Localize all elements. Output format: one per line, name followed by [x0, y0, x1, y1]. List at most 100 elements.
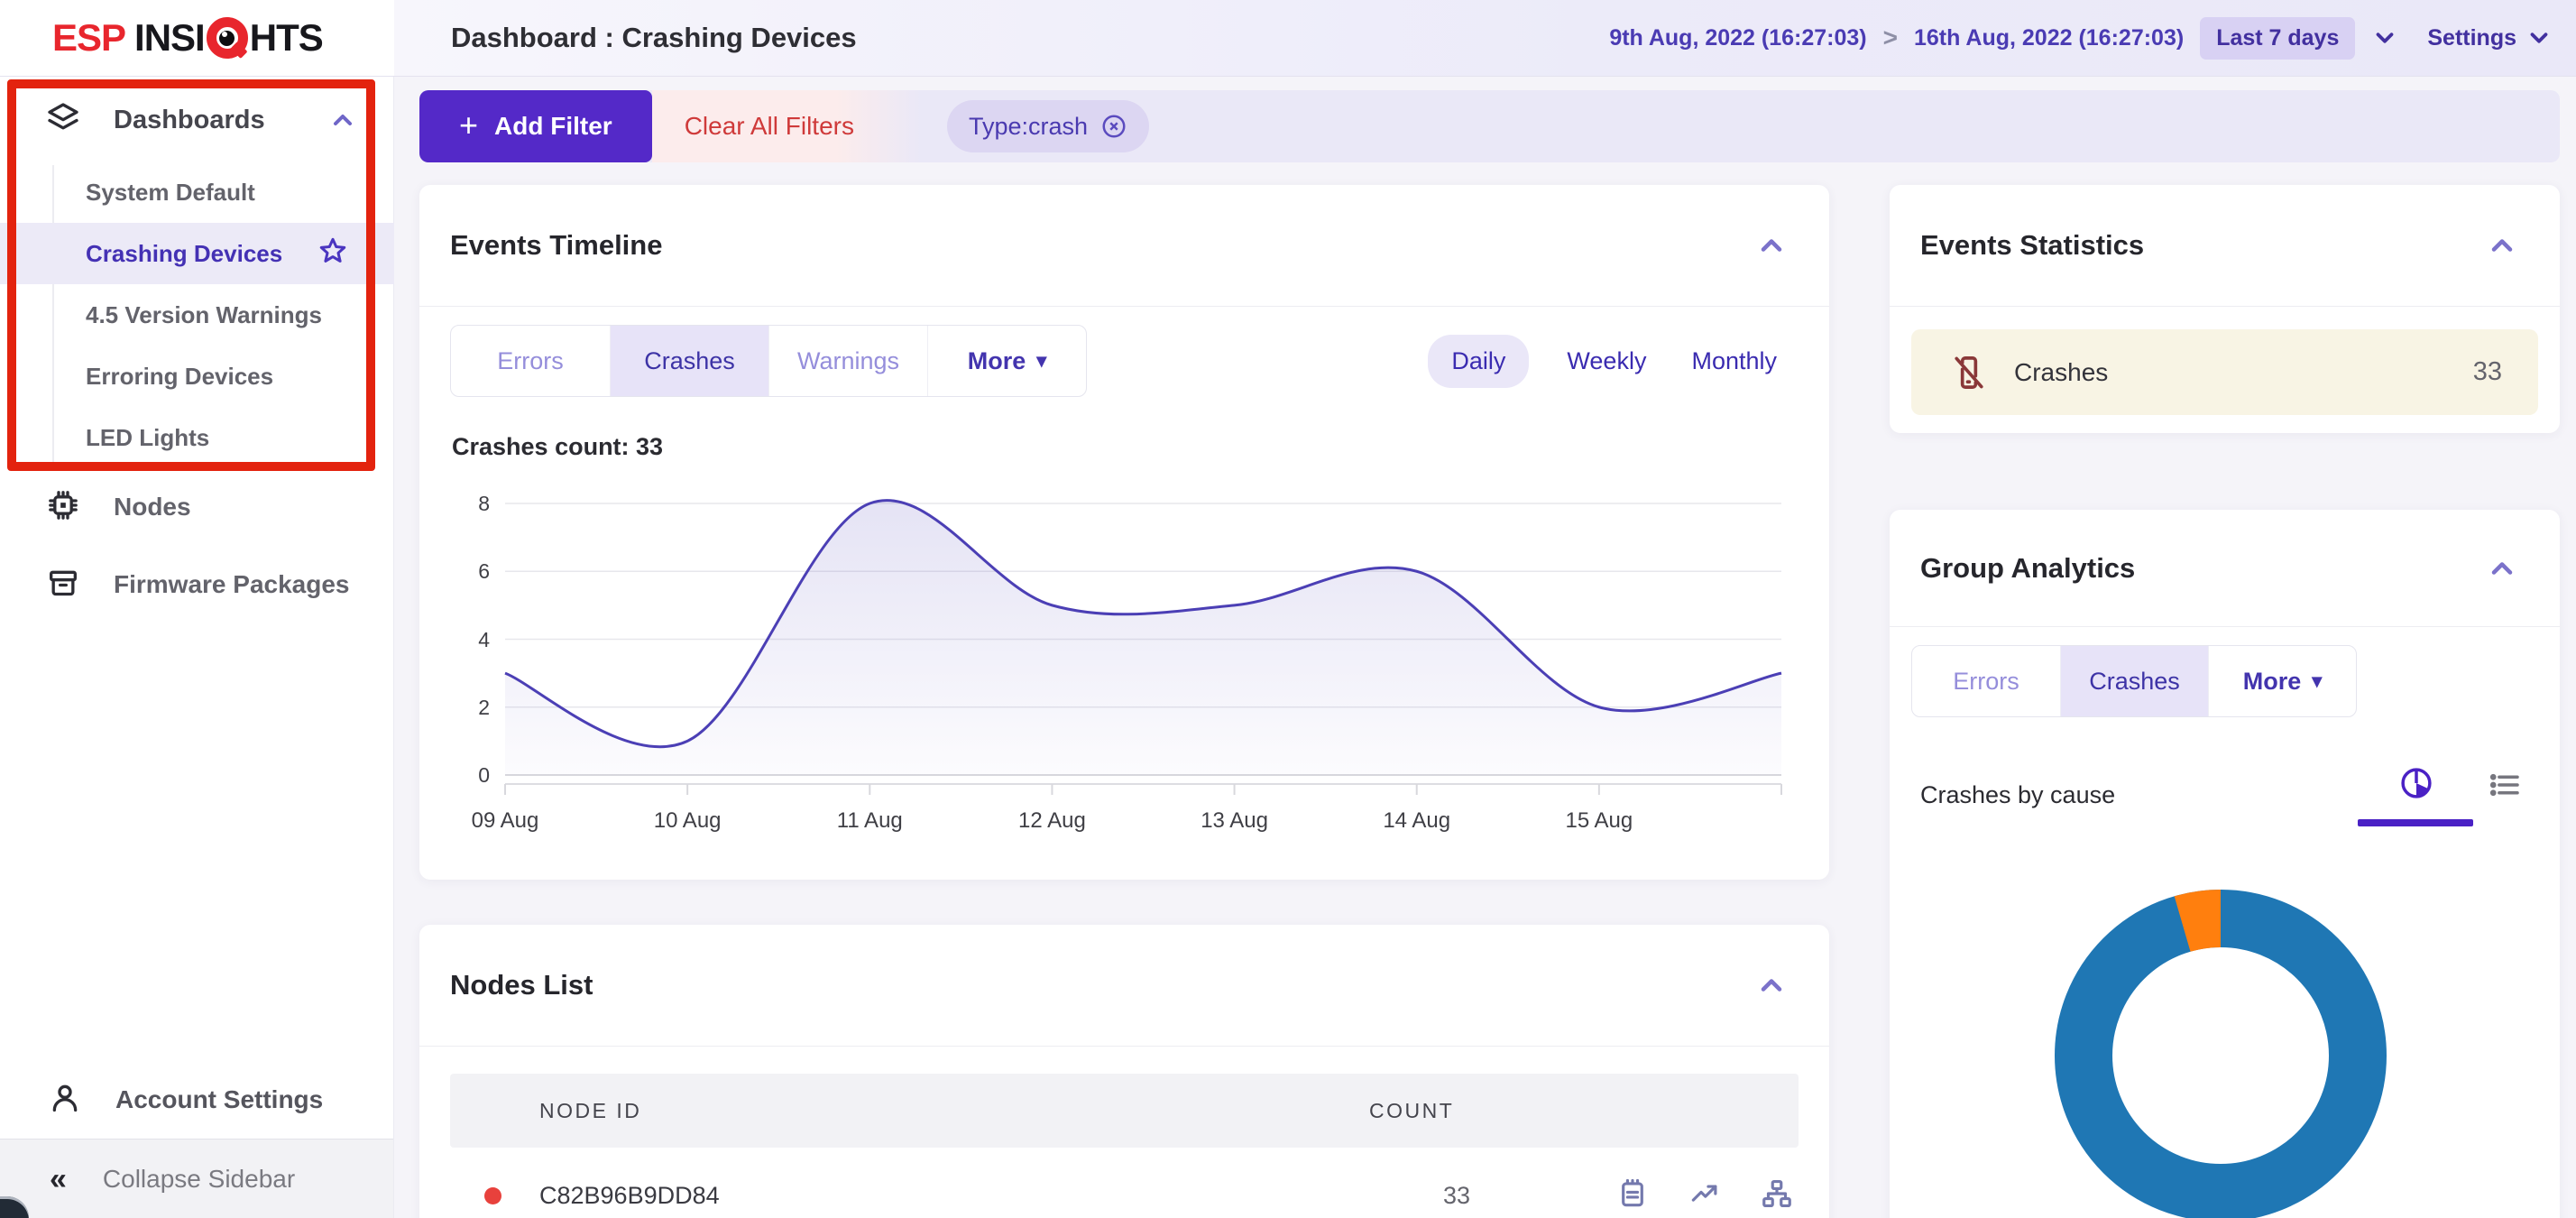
tab-crashes[interactable]: Crashes	[2060, 646, 2208, 716]
tab-label: More	[968, 347, 1026, 375]
tab-label: More	[2243, 668, 2302, 696]
pie-chart-view-icon[interactable]	[2397, 764, 2435, 826]
package-icon	[45, 565, 81, 605]
chevron-up-icon[interactable]	[328, 106, 357, 134]
table-row[interactable]: C82B96B9DD84 33	[450, 1148, 1799, 1218]
filter-chip-label: Type:crash	[969, 113, 1088, 141]
collapse-card-icon[interactable]	[2486, 552, 2518, 585]
layers-icon	[45, 100, 81, 141]
sidebar-item-45-version-warnings[interactable]: 4.5 Version Warnings	[52, 284, 393, 346]
settings-menu[interactable]: Settings	[2427, 24, 2553, 51]
remove-filter-icon[interactable]	[1100, 113, 1127, 140]
collapse-sidebar-label: Collapse Sidebar	[103, 1165, 295, 1194]
y-axis-tick-label: 2	[436, 696, 490, 720]
star-icon[interactable]	[317, 235, 349, 273]
tab-errors[interactable]: Errors	[1912, 646, 2060, 716]
nodes-list-title: Nodes List	[450, 969, 593, 1001]
granularity-daily[interactable]: Daily	[1428, 335, 1529, 388]
date-range-start[interactable]: 9th Aug, 2022 (16:27:03)	[1609, 25, 1866, 51]
esp-insights-logo: ESPINSIHTS	[52, 16, 323, 60]
date-range-end[interactable]: 16th Aug, 2022 (16:27:03)	[1914, 25, 2184, 51]
sidebar-item-dashboards[interactable]: Dashboards	[0, 95, 393, 145]
granularity-monthly[interactable]: Monthly	[1684, 335, 1784, 388]
column-node-id: NODE ID	[539, 1099, 1369, 1123]
stat-label: Crashes	[2014, 358, 2108, 387]
tab-more[interactable]: More▾	[2208, 646, 2356, 716]
x-axis-tick-label: 15 Aug	[1536, 808, 1662, 834]
tab-label: Crashes	[2089, 668, 2180, 696]
sidebar-item-led-lights[interactable]: LED Lights	[52, 407, 393, 468]
sidebar-item-nodes[interactable]: Nodes	[0, 480, 393, 534]
stat-value: 33	[2473, 357, 2502, 387]
double-chevron-left-icon: «	[50, 1164, 67, 1195]
list-view-icon[interactable]	[2486, 764, 2524, 808]
y-axis-tick-label: 8	[436, 492, 490, 516]
group-analytics-tabs: Errors Crashes More▾	[1911, 645, 2357, 717]
sidebar-item-erroring-devices[interactable]: Erroring Devices	[52, 346, 393, 407]
clear-all-filters-button[interactable]: Clear All Filters	[652, 90, 922, 162]
events-statistics-title: Events Statistics	[1920, 229, 2144, 262]
collapse-sidebar-button[interactable]: « Collapse Sidebar	[0, 1139, 393, 1218]
tab-errors[interactable]: Errors	[451, 326, 610, 396]
chevron-down-icon[interactable]	[2371, 24, 2398, 51]
add-filter-button[interactable]: + Add Filter	[419, 90, 652, 162]
collapse-card-icon[interactable]	[1755, 969, 1788, 1001]
collapse-card-icon[interactable]	[2486, 229, 2518, 262]
granularity-toggle: Daily Weekly Monthly	[1428, 335, 1784, 388]
firmware-packages-label: Firmware Packages	[114, 570, 350, 599]
tab-label: Warnings	[797, 347, 899, 375]
timeline-chart-svg	[505, 502, 1781, 804]
filter-chip-type-crash[interactable]: Type:crash	[947, 100, 1149, 152]
event-type-tabs: Errors Crashes Warnings More ▾	[450, 325, 1087, 397]
person-icon	[47, 1080, 83, 1121]
group-analytics-card: Group Analytics Errors Crashes More▾ Cra…	[1890, 510, 2560, 1218]
caret-down-icon: ▾	[1036, 351, 1046, 371]
node-count-value: 33	[1421, 1182, 1493, 1210]
sidebar-item-firmware-packages[interactable]: Firmware Packages	[0, 558, 393, 612]
events-statistics-card: Events Statistics Crashes 33	[1890, 185, 2560, 433]
app-window: ESPINSIHTS Dashboard : Crashing Devices …	[0, 0, 2576, 1218]
trend-icon[interactable]	[1688, 1176, 1722, 1211]
group-analytics-header: Group Analytics	[1890, 510, 2560, 627]
sidebar-item-label: LED Lights	[86, 424, 209, 452]
status-dot-red	[484, 1187, 501, 1204]
logo-insi-text: INSI	[134, 16, 205, 60]
account-settings-label: Account Settings	[115, 1085, 323, 1114]
main-content: + Add Filter Clear All Filters Type:cras…	[394, 77, 2576, 1218]
active-underline	[2358, 819, 2473, 826]
nodes-list-header: Nodes List	[419, 925, 1829, 1047]
tab-crashes[interactable]: Crashes	[610, 326, 768, 396]
plus-icon: +	[459, 109, 478, 142]
group-analytics-title: Group Analytics	[1920, 552, 2135, 585]
sidebar-item-system-default[interactable]: System Default	[52, 161, 393, 223]
chart-title: Crashes count: 33	[452, 433, 1829, 461]
collapse-card-icon[interactable]	[1755, 229, 1788, 262]
y-axis-tick-label: 0	[436, 763, 490, 788]
add-filter-label: Add Filter	[494, 112, 612, 141]
tab-label: Errors	[497, 347, 564, 375]
crashes-by-cause-label: Crashes by cause	[1920, 781, 2115, 809]
row-actions	[1615, 1176, 1794, 1211]
tab-warnings[interactable]: Warnings	[768, 326, 927, 396]
time-range-selector[interactable]: Last 7 days	[2200, 17, 2355, 60]
settings-label: Settings	[2427, 25, 2516, 51]
node-id-value[interactable]: C82B96B9DD84	[539, 1182, 720, 1210]
sitemap-icon[interactable]	[1760, 1176, 1794, 1211]
granularity-weekly[interactable]: Weekly	[1559, 335, 1653, 388]
crashes-stat-row[interactable]: Crashes 33	[1911, 329, 2538, 415]
timeline-chart: 0246809 Aug10 Aug11 Aug12 Aug13 Aug14 Au…	[419, 468, 1829, 856]
sidebar-item-account-settings[interactable]: Account Settings	[0, 1067, 393, 1132]
tab-more[interactable]: More ▾	[927, 326, 1086, 396]
logo-esp-text: ESP	[52, 16, 125, 60]
report-icon[interactable]	[1615, 1176, 1650, 1211]
filter-bar: + Add Filter Clear All Filters Type:cras…	[419, 90, 2560, 162]
events-timeline-header: Events Timeline	[419, 185, 1829, 307]
sidebar-item-crashing-devices[interactable]: Crashing Devices	[0, 223, 394, 284]
eye-icon	[207, 17, 248, 59]
y-axis-tick-label: 4	[436, 628, 490, 652]
crashes-by-cause-donut-chart	[2049, 884, 2392, 1218]
clear-all-filters-label: Clear All Filters	[685, 112, 854, 141]
events-timeline-title: Events Timeline	[450, 229, 662, 262]
topbar: ESPINSIHTS Dashboard : Crashing Devices …	[0, 0, 2576, 77]
tab-label: Errors	[1953, 668, 2019, 696]
